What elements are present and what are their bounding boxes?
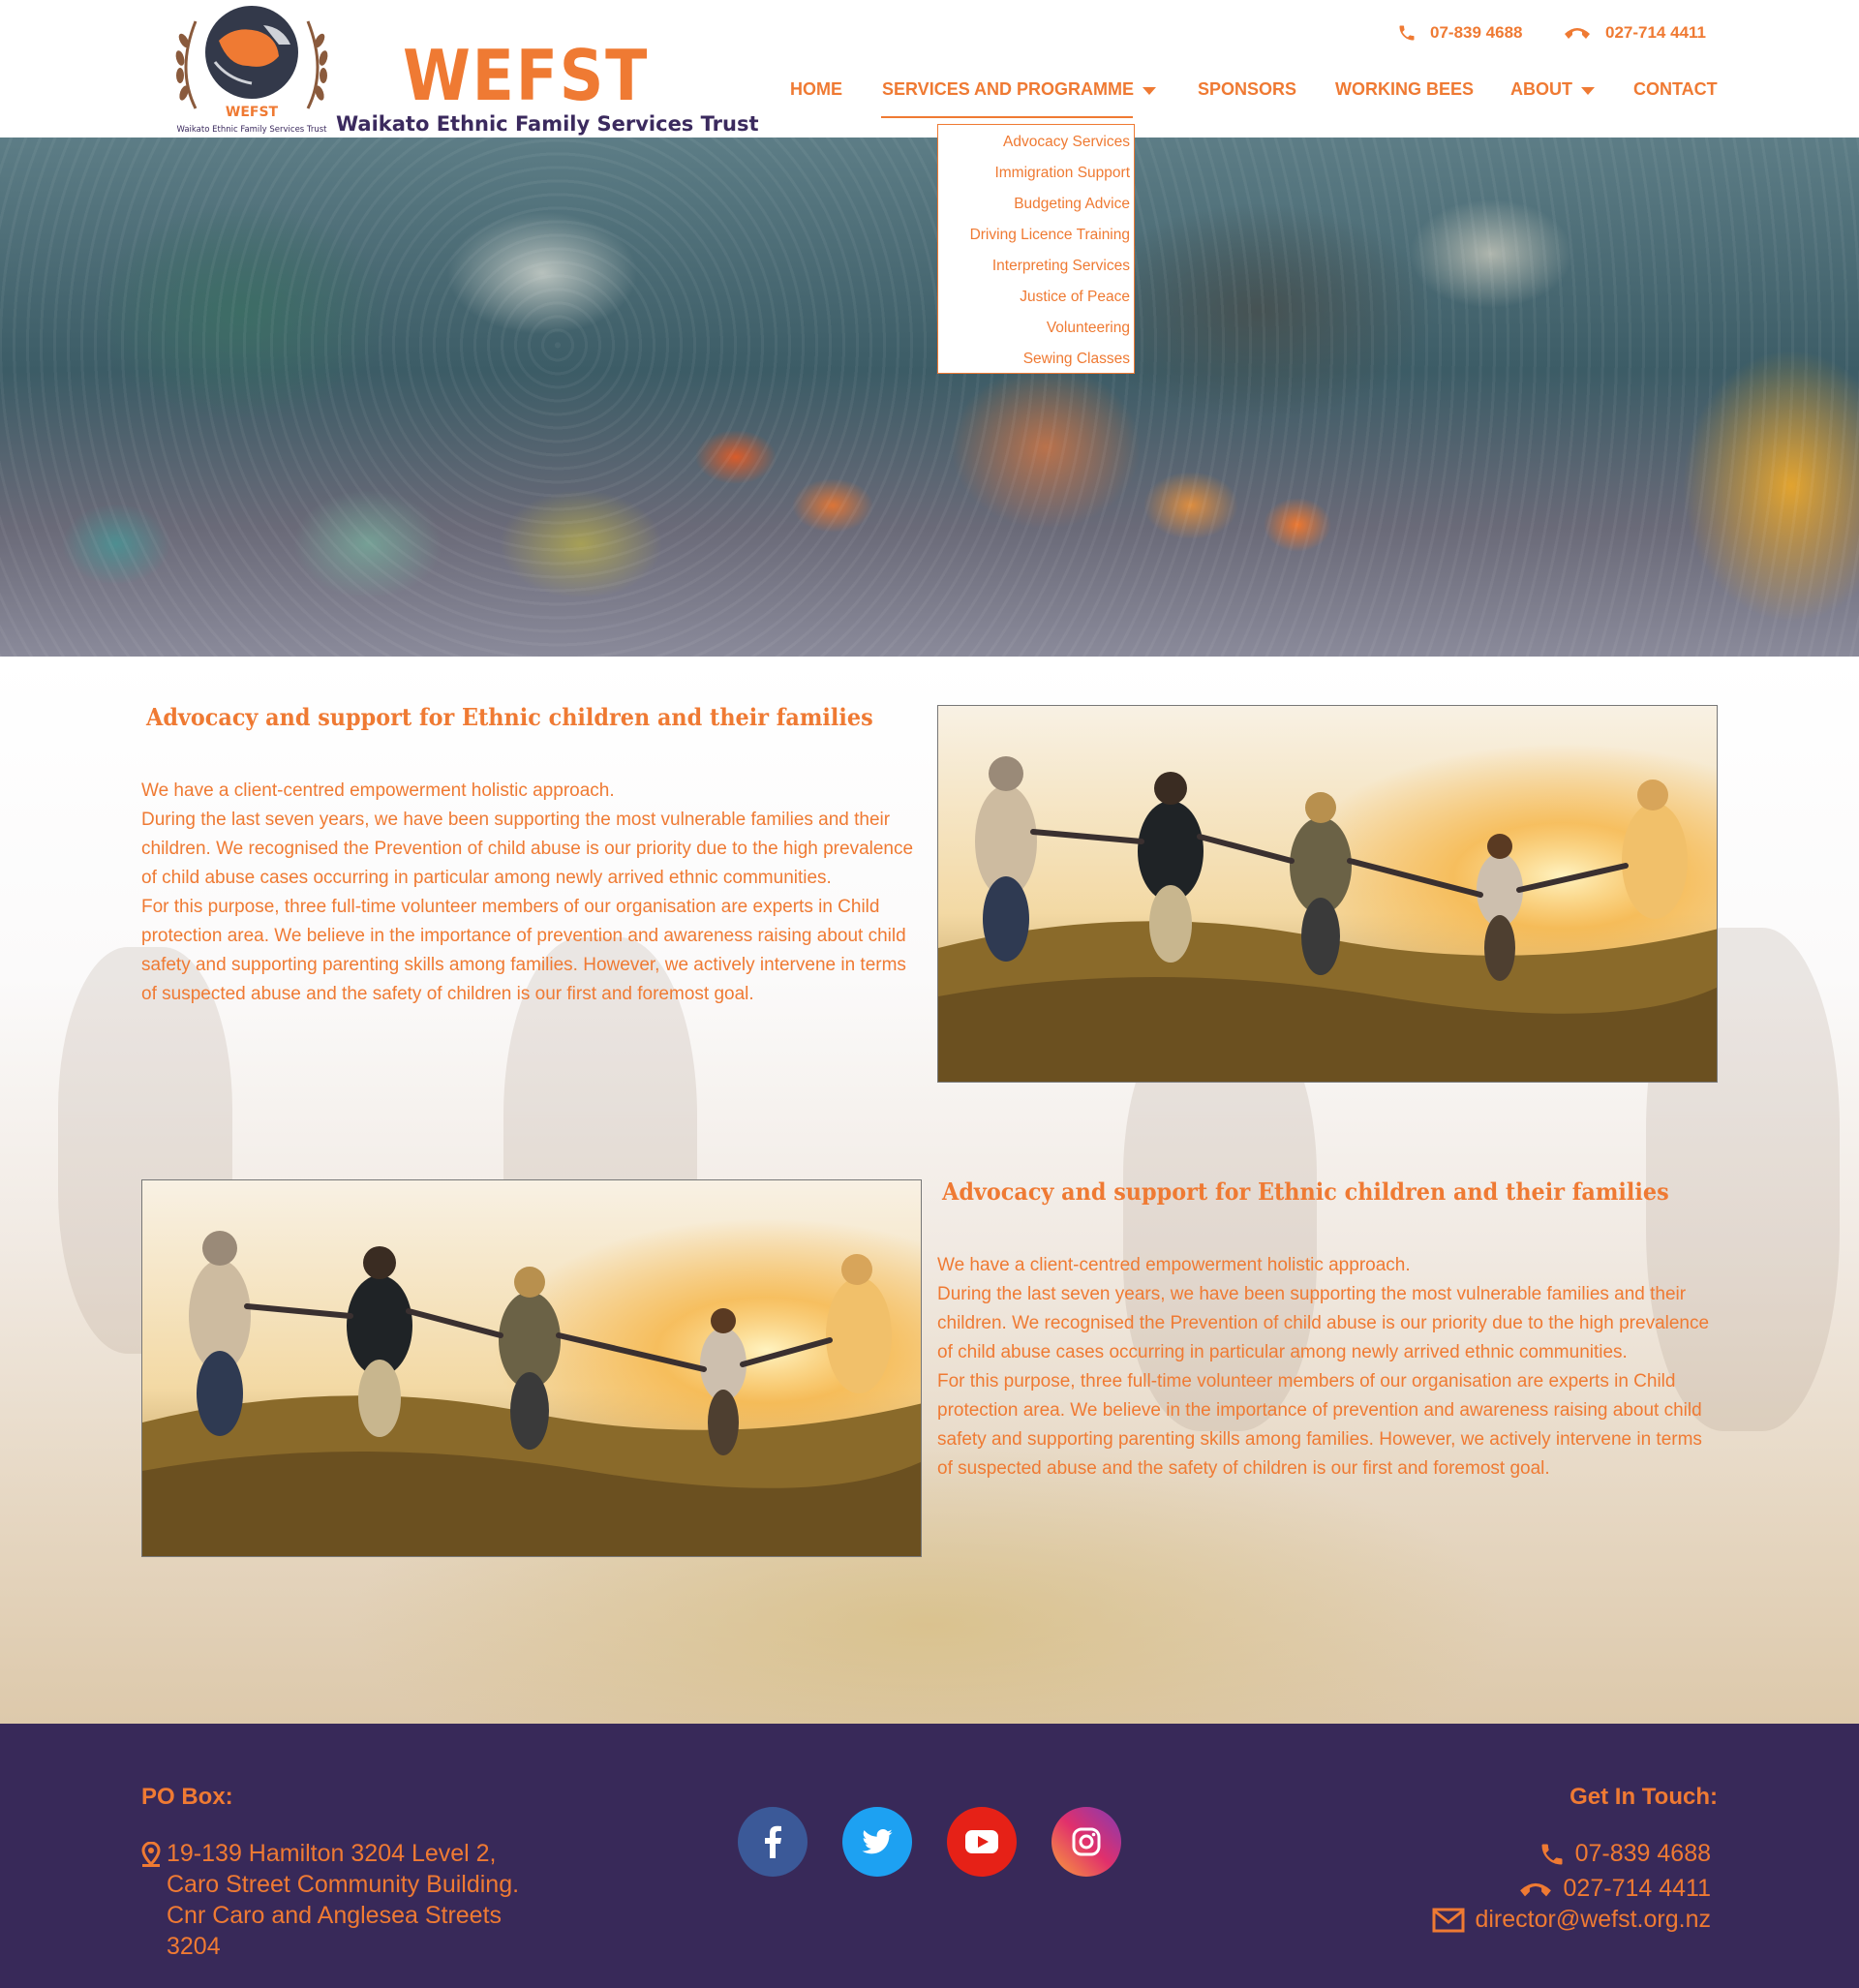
- site-footer: PO Box: 19-139 Hamilton 3204 Level 2, Ca…: [0, 1724, 1859, 1988]
- dropdown-item-interpreting-services[interactable]: Interpreting Services: [938, 251, 1130, 282]
- phone-icon: [1541, 1844, 1563, 1864]
- phone-icon: [1399, 25, 1415, 41]
- section-paragraph: For this purpose, three full-time volunt…: [937, 1371, 1702, 1479]
- nav-working-bees[interactable]: WORKING BEES: [1335, 79, 1474, 100]
- nav-about-label: ABOUT: [1510, 79, 1572, 99]
- twitter-icon: [862, 1829, 893, 1854]
- footer-address: 19-139 Hamilton 3204 Level 2, Caro Stree…: [141, 1838, 525, 1962]
- instagram-icon: [1072, 1827, 1101, 1856]
- chevron-down-icon: [1581, 86, 1595, 95]
- footer-email[interactable]: director@wefst.org.nz: [1432, 1906, 1711, 1934]
- youtube-icon: [965, 1830, 998, 1853]
- family-photo: [937, 705, 1718, 1083]
- chevron-down-icon: [1143, 86, 1157, 95]
- dropdown-item-sewing-classes[interactable]: Sewing Classes: [938, 344, 1130, 375]
- site-header: WEFST Waikato Ethnic Family Services Tru…: [0, 0, 1859, 138]
- footer-phone-landline-text: 07-839 4688: [1574, 1840, 1711, 1867]
- po-box-title: PO Box:: [141, 1784, 233, 1810]
- nav-working-bees-label: WORKING BEES: [1335, 79, 1475, 99]
- twitter-link[interactable]: [842, 1807, 912, 1877]
- dropdown-item-volunteering[interactable]: Volunteering: [938, 313, 1130, 344]
- nav-about[interactable]: ABOUT: [1510, 79, 1595, 100]
- get-in-touch-title: Get In Touch:: [1569, 1784, 1718, 1810]
- logo-emblem-caption: Waikato Ethnic Family Services Trust: [176, 125, 327, 135]
- section-heading: Advocacy and support for Ethnic children…: [146, 703, 873, 731]
- top-phone-landline-text: 07-839 4688: [1430, 23, 1523, 42]
- section-heading: Advocacy and support for Ethnic children…: [942, 1178, 1669, 1206]
- phone-handset-icon: [1565, 28, 1590, 39]
- footer-address-text: 19-139 Hamilton 3204 Level 2, Caro Stree…: [167, 1840, 520, 1960]
- section-paragraph: For this purpose, three full-time volunt…: [141, 897, 906, 1004]
- top-phone-landline[interactable]: 07-839 4688: [1397, 23, 1522, 43]
- footer-phone-mobile[interactable]: 027-714 4411: [1517, 1875, 1711, 1903]
- nav-contact-label: CONTACT: [1633, 79, 1718, 99]
- logo-wordmark[interactable]: WEFST: [403, 35, 649, 116]
- family-photo: [141, 1179, 922, 1557]
- mail-icon: [1432, 1908, 1465, 1932]
- phone-handset-icon: [1519, 1882, 1551, 1896]
- dropdown-item-driving-licence-training[interactable]: Driving Licence Training: [938, 220, 1130, 251]
- section-text: We have a client-centred empowerment hol…: [141, 777, 916, 1009]
- hero-banner-image: [0, 138, 1859, 657]
- content-section: Advocacy and support for Ethnic children…: [0, 657, 1859, 1724]
- section-text: We have a client-centred empowerment hol…: [937, 1251, 1712, 1483]
- page: WEFST Waikato Ethnic Family Services Tru…: [0, 0, 1859, 1988]
- top-phone-mobile-text: 027-714 4411: [1605, 23, 1706, 42]
- footer-phone-mobile-text: 027-714 4411: [1563, 1875, 1711, 1902]
- section-paragraph: During the last seven years, we have bee…: [141, 810, 914, 888]
- footer-phone-landline[interactable]: 07-839 4688: [1539, 1840, 1711, 1868]
- logo-emblem[interactable]: WEFST Waikato Ethnic Family Services Tru…: [170, 2, 333, 136]
- nav-active-underline: [881, 116, 1133, 118]
- nav-services-label: SERVICES AND PROGRAMME: [882, 79, 1135, 99]
- youtube-link[interactable]: [947, 1807, 1017, 1877]
- dropdown-item-budgeting-advice[interactable]: Budgeting Advice: [938, 189, 1130, 220]
- dropdown-item-justice-of-peace[interactable]: Justice of Peace: [938, 282, 1130, 313]
- main-nav: HOME SERVICES AND PROGRAMME SPONSORS WOR…: [775, 79, 1718, 118]
- footer-email-text: director@wefst.org.nz: [1475, 1906, 1711, 1933]
- map-pin-icon: [141, 1842, 161, 1867]
- dropdown-item-advocacy-services[interactable]: Advocacy Services: [938, 127, 1130, 158]
- section-paragraph: During the last seven years, we have bee…: [937, 1284, 1710, 1362]
- section-paragraph: We have a client-centred empowerment hol…: [141, 780, 615, 801]
- top-phone-mobile[interactable]: 027-714 4411: [1563, 23, 1706, 43]
- nav-services-and-programme[interactable]: SERVICES AND PROGRAMME: [882, 79, 1157, 100]
- facebook-link[interactable]: [738, 1807, 808, 1877]
- nav-sponsors-label: SPONSORS: [1198, 79, 1297, 99]
- logo-emblem-text: WEFST: [226, 105, 279, 120]
- nav-sponsors[interactable]: SPONSORS: [1198, 79, 1296, 100]
- nav-home-label: HOME: [790, 79, 842, 99]
- services-dropdown-menu: Advocacy Services Immigration Support Bu…: [937, 124, 1135, 374]
- dropdown-item-immigration-support[interactable]: Immigration Support: [938, 158, 1130, 189]
- section-paragraph: We have a client-centred empowerment hol…: [937, 1255, 1411, 1275]
- nav-contact[interactable]: CONTACT: [1633, 79, 1718, 100]
- nav-home[interactable]: HOME: [790, 79, 842, 100]
- facebook-icon: [765, 1825, 781, 1858]
- logo-tagline: Waikato Ethnic Family Services Trust: [336, 112, 759, 136]
- instagram-link[interactable]: [1051, 1807, 1121, 1877]
